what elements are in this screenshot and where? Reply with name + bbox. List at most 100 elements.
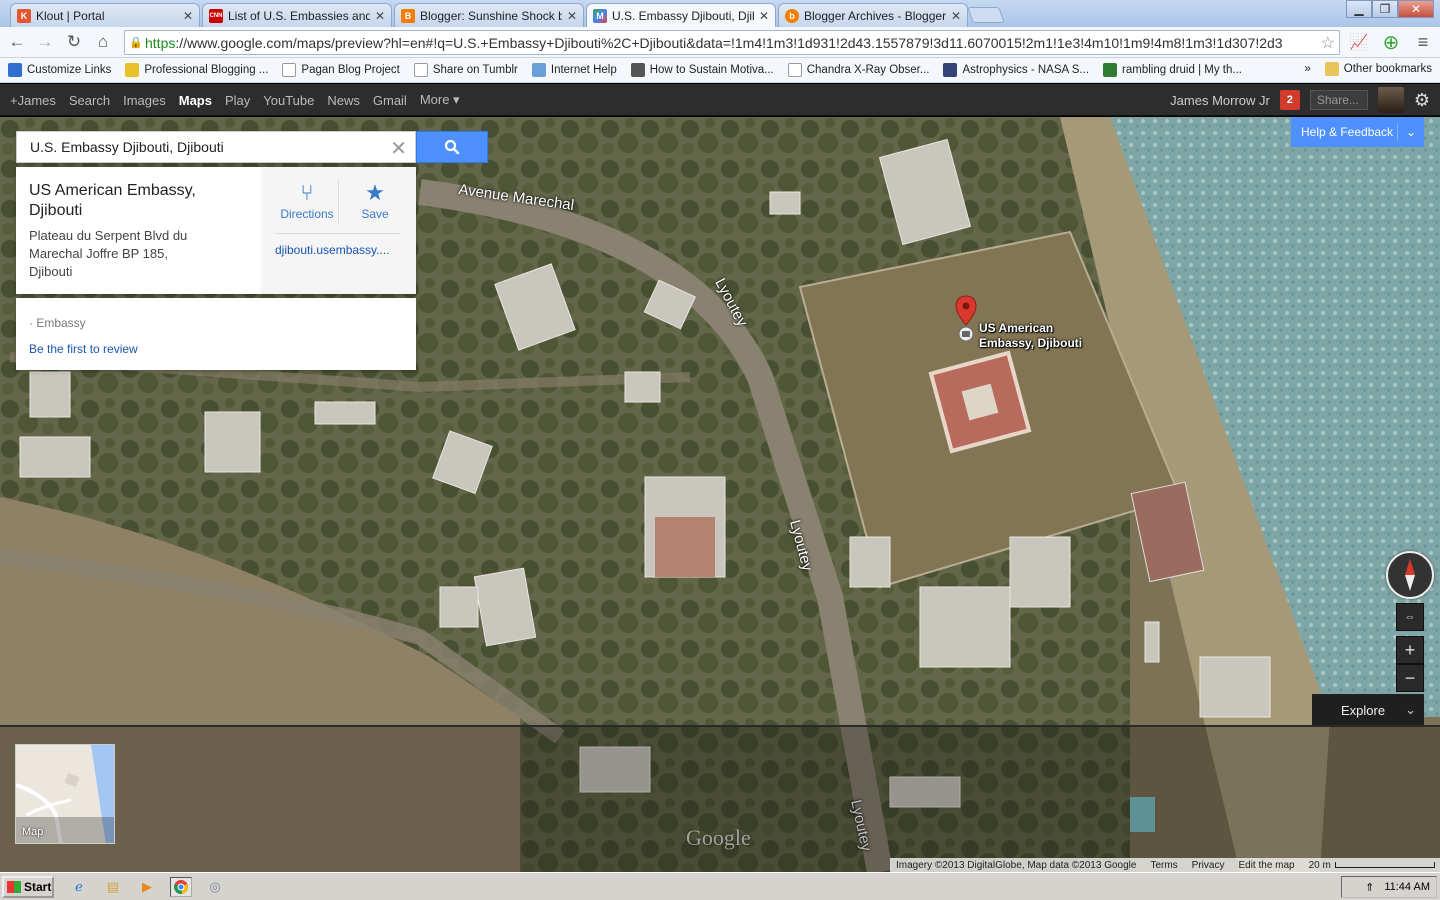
search-input[interactable] xyxy=(30,139,380,155)
minimize-button[interactable]: ▁ xyxy=(1346,0,1372,18)
marker-label-line: Embassy, Djibouti xyxy=(979,336,1083,350)
gbar-link-more[interactable]: More ▾ xyxy=(420,92,460,108)
start-button[interactable]: Start xyxy=(2,876,54,898)
gbar-link-gmail[interactable]: Gmail xyxy=(373,93,407,108)
gbar-link-news[interactable]: News xyxy=(327,93,360,108)
tilt-button[interactable]: ⇔ xyxy=(1396,603,1424,631)
bookmark-item[interactable]: Share on Tumblr xyxy=(413,63,518,77)
address-bar[interactable]: 🔒 https://www.google.com/maps/preview?hl… xyxy=(124,30,1340,55)
close-icon[interactable]: ✕ xyxy=(951,9,961,23)
save-button[interactable]: ★ Save xyxy=(344,179,406,221)
bookmark-item[interactable]: Internet Help xyxy=(531,63,617,77)
tab-label: Blogger: Sunshine Shock by xyxy=(420,8,562,23)
menu-icon[interactable]: ≡ xyxy=(1412,31,1434,53)
google-bar-right: James Morrow Jr 2 Share... ⚙ xyxy=(1170,84,1430,116)
explore-button[interactable]: Explore ⌄ xyxy=(1312,694,1424,726)
privacy-link[interactable]: Privacy xyxy=(1192,860,1225,871)
tab-klout[interactable]: K Klout | Portal ✕ xyxy=(10,3,200,27)
share-button[interactable]: Share... xyxy=(1309,90,1368,110)
bookmark-label: How to Sustain Motiva... xyxy=(649,64,774,76)
gbar-link-play[interactable]: Play xyxy=(225,93,250,108)
new-tab-button[interactable] xyxy=(967,7,1005,23)
bookmark-item[interactable]: Astrophysics - NASA S... xyxy=(943,63,1089,77)
clock[interactable]: 11:44 AM xyxy=(1384,881,1430,893)
map-view-toggle[interactable]: Map xyxy=(15,744,115,844)
folder-icon[interactable]: ▤ xyxy=(102,877,124,897)
bookmark-star-icon[interactable]: ☆ xyxy=(1321,33,1335,53)
gbar-link-images[interactable]: Images xyxy=(123,93,166,108)
tab-cnn[interactable]: CNN List of U.S. Embassies and co ✕ xyxy=(202,3,392,27)
map-pin-icon[interactable] xyxy=(955,295,977,343)
marker-label[interactable]: US American Embassy, Djibouti xyxy=(979,321,1082,351)
address-line: Marechal Joffre BP 185, xyxy=(29,246,168,261)
gear-icon[interactable]: ⚙ xyxy=(1414,90,1430,111)
chrome-logo xyxy=(174,880,188,895)
close-icon[interactable]: ✕ xyxy=(759,9,769,23)
extension-chart-icon[interactable]: 📈 xyxy=(1348,31,1370,53)
bookmark-item[interactable]: How to Sustain Motiva... xyxy=(630,63,774,77)
windows-taskbar: Start ℯ ▤ ▶ ◎ ⇑ 11:44 AM xyxy=(0,872,1440,900)
close-icon[interactable]: ✕ xyxy=(183,9,193,23)
tab-label: Klout | Portal xyxy=(36,8,105,23)
other-bookmarks-folder[interactable]: Other bookmarks xyxy=(1324,62,1432,76)
tab-blogger[interactable]: B Blogger: Sunshine Shock by ✕ xyxy=(394,3,584,27)
satellite-map[interactable]: Avenue Marechal Lyoutey Lyoutey Lyoutey … xyxy=(0,117,1440,872)
search-button[interactable] xyxy=(416,131,488,163)
close-icon[interactable]: ✕ xyxy=(375,9,385,23)
place-info: US American Embassy, Djibouti Plateau du… xyxy=(16,167,261,294)
map-thumb-label: Map xyxy=(22,826,44,838)
close-window-button[interactable]: ✕ xyxy=(1398,0,1434,18)
forward-button[interactable]: → xyxy=(34,31,56,53)
bookmark-item[interactable]: rambling druid | My th... xyxy=(1103,63,1242,77)
directions-label: Directions xyxy=(280,207,334,221)
star-icon: ★ xyxy=(365,180,385,205)
zoom-out-button[interactable]: − xyxy=(1396,664,1424,692)
review-link[interactable]: Be the first to review xyxy=(29,342,403,356)
save-label: Save xyxy=(361,207,389,221)
gbar-link-search[interactable]: Search xyxy=(69,93,110,108)
zoom-in-button[interactable]: + xyxy=(1396,636,1424,664)
bookmarks-overflow-button[interactable]: » xyxy=(1304,63,1310,75)
media-player-icon[interactable]: ▶ xyxy=(136,877,158,897)
chevron-down-icon[interactable]: ⌄ xyxy=(1396,123,1416,141)
add-extension-icon[interactable]: ⊕ xyxy=(1380,31,1402,54)
gbar-link-plus[interactable]: +James xyxy=(10,93,56,108)
restore-button[interactable]: ❐ xyxy=(1372,0,1398,18)
home-button[interactable]: ⌂ xyxy=(92,31,114,53)
tray-expand-icon[interactable]: ⇑ xyxy=(1365,881,1374,894)
notification-badge[interactable]: 2 xyxy=(1279,90,1300,110)
close-icon[interactable]: ✕ xyxy=(390,136,407,161)
bookmark-label: Professional Blogging ... xyxy=(144,64,269,76)
browser-tab-strip: K Klout | Portal ✕ CNN List of U.S. Emba… xyxy=(0,0,1440,28)
user-name[interactable]: James Morrow Jr xyxy=(1170,93,1270,108)
bookmarks-right: » Other bookmarks xyxy=(1304,62,1432,76)
terms-link[interactable]: Terms xyxy=(1150,860,1177,871)
edit-map-link[interactable]: Edit the map xyxy=(1238,860,1294,871)
bookmark-label: Chandra X-Ray Obser... xyxy=(806,64,930,76)
compass-control[interactable] xyxy=(1386,551,1434,599)
gbar-link-youtube[interactable]: YouTube xyxy=(263,93,314,108)
back-button[interactable]: ← xyxy=(6,31,28,53)
gbar-link-maps[interactable]: Maps xyxy=(179,93,212,108)
tab-maps[interactable]: M U.S. Embassy Djibouti, Djibo ✕ xyxy=(586,3,776,28)
scale-label[interactable]: 20 m xyxy=(1309,860,1435,871)
map-attribution: Imagery ©2013 DigitalGlobe, Map data ©20… xyxy=(890,858,1440,872)
bookmark-item[interactable]: Professional Blogging ... xyxy=(125,63,268,77)
tab-blogger-archives[interactable]: b Blogger Archives - Blogger Ti ✕ xyxy=(778,3,968,27)
tab-label: U.S. Embassy Djibouti, Djibo xyxy=(612,9,754,23)
bookmark-item[interactable]: Customize Links xyxy=(8,63,111,77)
internet-explorer-icon[interactable]: ℯ xyxy=(68,877,90,897)
start-label: Start xyxy=(24,880,52,894)
bookmark-item[interactable]: Pagan Blog Project xyxy=(282,63,400,77)
bookmark-item[interactable]: Chandra X-Ray Obser... xyxy=(787,63,930,77)
chrome-icon[interactable] xyxy=(170,877,192,897)
url-text[interactable]: https://www.google.com/maps/preview?hl=e… xyxy=(145,35,1317,51)
reload-button[interactable]: ↻ xyxy=(63,31,85,53)
google-logo: Google xyxy=(686,825,751,850)
close-icon[interactable]: ✕ xyxy=(567,9,577,23)
help-feedback-button[interactable]: Help & Feedback ⌄ xyxy=(1291,117,1424,147)
directions-button[interactable]: ⑂ Directions xyxy=(276,179,338,221)
app-icon[interactable]: ◎ xyxy=(204,877,226,897)
avatar[interactable] xyxy=(1377,87,1404,113)
website-link[interactable]: djibouti.usembassy.... xyxy=(275,243,390,257)
